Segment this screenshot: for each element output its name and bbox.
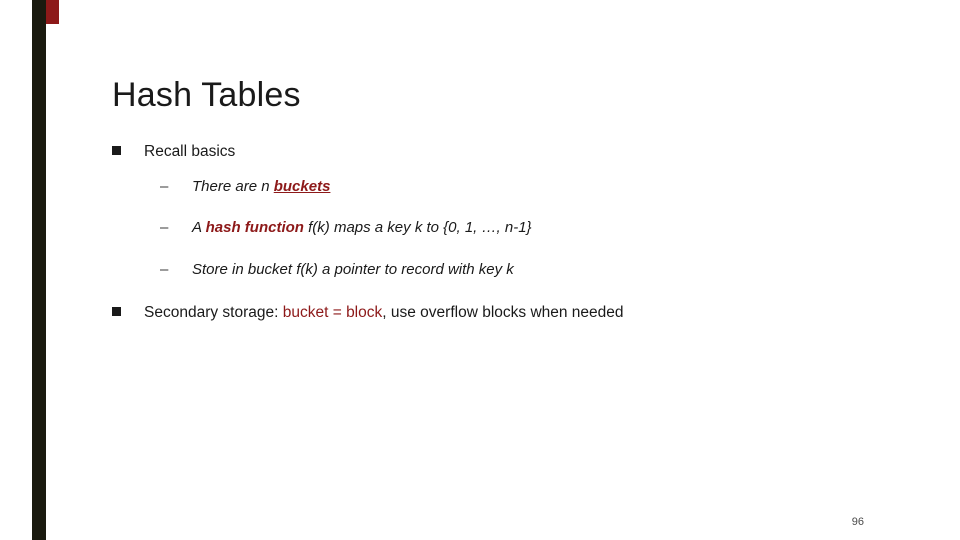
bullet-hash-function-post: f(k) maps a key k to {0, 1, …, n-1}	[303, 219, 532, 237]
slide-body: Recall basics – There are n buckets – A …	[112, 142, 912, 338]
bullet-secondary-storage-pre: Secondary storage:	[144, 304, 283, 322]
bullet-secondary-storage-keyword: bucket = block	[282, 304, 383, 322]
sub-bullet-group: – There are n buckets – A hash function …	[112, 177, 912, 280]
bullet-secondary-storage-post: , use overflow blocks when needed	[382, 304, 624, 322]
slide-canvas: Hash Tables Recall basics – There are n …	[0, 0, 960, 540]
bullet-secondary-storage: Secondary storage: bucket = block, use o…	[112, 303, 912, 324]
bullet-hash-function-keyword: hash function	[205, 219, 304, 237]
bullet-recall-basics-label: Recall basics	[144, 143, 236, 160]
left-white-margin	[0, 0, 32, 540]
bullet-hash-function-pre: A	[192, 219, 206, 237]
square-bullet-icon	[112, 146, 121, 155]
left-dark-bar	[32, 0, 46, 540]
bullet-recall-basics: Recall basics	[112, 142, 912, 163]
bullet-store-in-bucket: – Store in bucket f(k) a pointer to reco…	[112, 260, 912, 280]
bullet-store-in-bucket-label: Store in bucket f(k) a pointer to record…	[192, 260, 514, 278]
dash-bullet-icon: –	[160, 219, 169, 237]
bullet-n-buckets-pre: There are n	[192, 177, 274, 195]
dash-bullet-icon: –	[160, 260, 169, 278]
left-accent-block	[46, 0, 59, 24]
bullet-n-buckets: – There are n buckets	[112, 177, 912, 197]
page-number: 96	[851, 516, 864, 528]
page-title: Hash Tables	[112, 75, 301, 114]
dash-bullet-icon: –	[160, 177, 169, 195]
square-bullet-icon	[112, 307, 121, 317]
bullet-n-buckets-keyword: buckets	[273, 177, 331, 195]
bullet-hash-function: – A hash function f(k) maps a key k to {…	[112, 218, 912, 238]
